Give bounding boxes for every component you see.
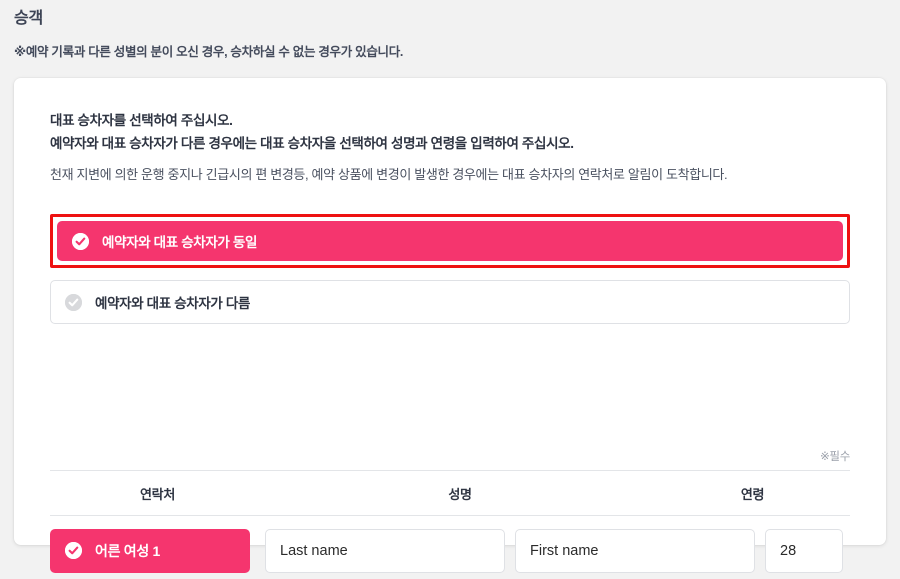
cell-age (765, 528, 850, 573)
check-circle-filled-icon (65, 542, 82, 559)
required-field-note: ※필수 (820, 451, 850, 463)
check-circle-muted-icon (65, 293, 82, 311)
table-row: 어른 여성 1 (50, 516, 850, 579)
column-header-contact: 연락처 (140, 486, 175, 502)
table-header-row: 연락처 성명 연령 (50, 470, 850, 516)
cell-last-name (265, 528, 515, 573)
page-title: 승객 (14, 10, 44, 27)
check-circle-filled-icon (72, 232, 89, 250)
option-same-as-booker[interactable]: 예약자와 대표 승차자가 동일 (57, 221, 843, 261)
cell-contact: 어른 여성 1 (50, 528, 265, 573)
page-gender-notice: ※예약 기록과 다른 성별의 분이 오신 경우, 승차하실 수 없는 경우가 있… (14, 45, 404, 59)
passenger-type-badge[interactable]: 어른 여성 1 (50, 528, 250, 573)
instruction-line-1: 대표 승차자를 선택하여 주십시오. (50, 113, 233, 128)
representative-passenger-options: 예약자와 대표 승차자가 동일 예약자와 대표 승차자가 다름 (50, 214, 850, 324)
instructions-block: 대표 승차자를 선택하여 주십시오. 예약자와 대표 승차자가 다른 경우에는 … (50, 110, 850, 186)
annotation-highlight-box: 예약자와 대표 승차자가 동일 (50, 214, 850, 268)
instruction-line-2: 예약자와 대표 승차자가 다른 경우에는 대표 승차자을 선택하여 성명과 연령… (50, 135, 574, 151)
instruction-body: 천재 지변에 의한 운행 중지나 긴급시의 편 변경등, 예약 상품에 변경이 … (50, 167, 728, 182)
cell-first-name (515, 528, 765, 573)
passenger-card: 대표 승차자를 선택하여 주십시오. 예약자와 대표 승차자가 다른 경우에는 … (14, 78, 886, 573)
passenger-page: 승객 ※예약 기록과 다른 성별의 분이 오신 경우, 승차하실 수 없는 경우… (0, 0, 900, 573)
option-different-from-booker[interactable]: 예약자와 대표 승차자가 다름 (50, 280, 850, 324)
last-name-input[interactable] (265, 528, 505, 573)
option-same-as-booker-label: 예약자와 대표 승차자가 동일 (102, 235, 258, 250)
page-header: 승객 ※예약 기록과 다른 성별의 분이 오신 경우, 승차하실 수 없는 경우… (14, 8, 886, 61)
passenger-type-badge-label: 어른 여성 1 (95, 542, 160, 559)
option-different-from-booker-label: 예약자와 대표 승차자가 다름 (95, 296, 251, 311)
age-input[interactable] (765, 528, 843, 573)
passenger-table: 연락처 성명 연령 어른 여성 1 (50, 470, 850, 579)
first-name-input[interactable] (515, 528, 755, 573)
column-header-name: 성명 (448, 486, 472, 502)
column-header-age: 연령 (740, 486, 765, 502)
